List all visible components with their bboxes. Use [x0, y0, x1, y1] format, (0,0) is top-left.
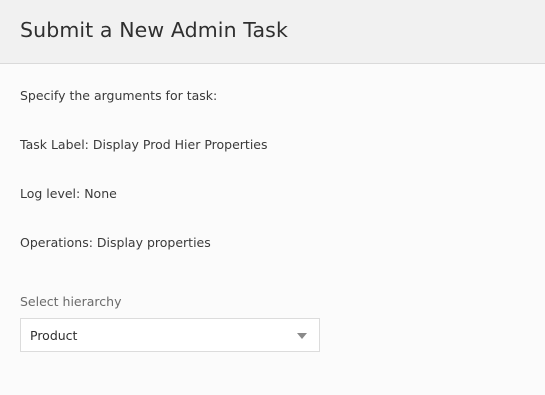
admin-task-dialog: Submit a New Admin Task Specify the argu…: [0, 0, 545, 395]
hierarchy-select-value: Product: [30, 328, 78, 343]
operations-text: Operations: Display properties: [20, 235, 211, 250]
intro-text: Specify the arguments for task:: [20, 88, 218, 103]
select-hierarchy-label: Select hierarchy: [20, 294, 122, 309]
log-level-text: Log level: None: [20, 186, 117, 201]
dialog-body: Specify the arguments for task: Task Lab…: [0, 64, 545, 395]
hierarchy-select[interactable]: Product: [20, 318, 320, 352]
chevron-down-icon: [297, 333, 307, 339]
dialog-title: Submit a New Admin Task: [20, 18, 288, 42]
dialog-header: Submit a New Admin Task: [0, 0, 545, 64]
task-label-text: Task Label: Display Prod Hier Properties: [20, 137, 268, 152]
